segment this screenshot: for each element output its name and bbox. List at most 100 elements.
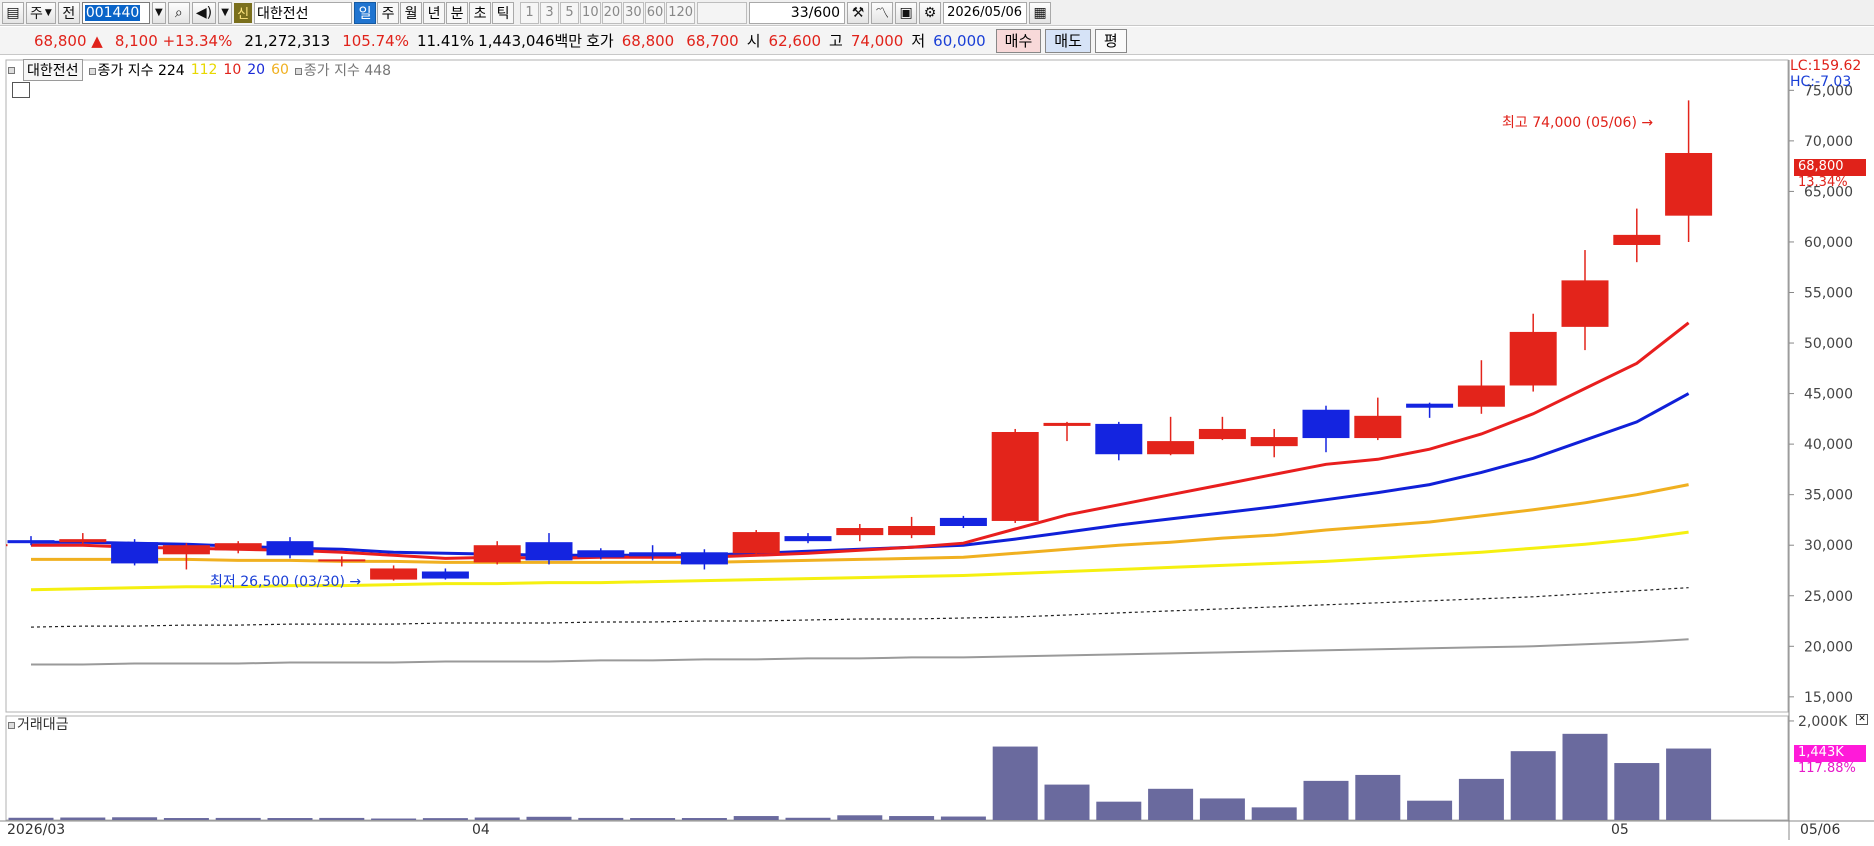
save-icon[interactable]: ▣ [895,1,918,24]
speaker-dropdown-icon[interactable]: ▼ [218,1,233,24]
price-chart[interactable]: 15,000 20,000 25,000 30,000 35,000 40,000 45,0… [0,56,1874,846]
window-menu-icon[interactable]: ▤ [2,1,24,24]
legend-square-icon [8,66,15,74]
candle-body [732,532,780,554]
volume-bar [785,817,831,820]
candle-body [939,517,987,527]
calendar-icon[interactable]: ▦ [1029,1,1052,24]
ma10-line [31,321,1690,560]
price-value: 68,800 [34,31,87,50]
sell-button[interactable]: 매도 [1045,28,1091,53]
volume-bar [1407,800,1453,820]
buy-button[interactable]: 매수 [995,28,1042,53]
candle-body [1509,331,1557,386]
volume-bar [1510,751,1556,820]
interval-button[interactable]: 10 [580,1,601,24]
candle-body [577,550,625,558]
price-tick-label: 35,000 [1804,488,1853,504]
tab-week[interactable]: 주 [377,1,400,24]
candle-settings-icon[interactable]: ⚒ [847,1,870,24]
legend-index-448: 종가 지수 448 [294,60,391,80]
candle-body [1665,152,1713,216]
stock-name-field[interactable]: 대한전선 [254,1,353,24]
candle-body [1406,403,1454,408]
tab-day[interactable]: 일 [354,1,377,24]
price-tick-label: 40,000 [1804,437,1853,453]
gear-icon[interactable]: ⚙ [919,1,942,24]
chart-window: { "toolbar": { "period_label": "주", "pre… [0,0,1874,846]
volume-bar [1666,748,1712,820]
table-grid-icon[interactable] [12,82,30,98]
period-selector[interactable]: 주 ▼ [26,1,56,24]
tab-minute[interactable]: 분 [446,1,469,24]
interval-button[interactable]: 5 [560,1,580,24]
interval-button[interactable]: 1 [520,1,540,24]
search-icon[interactable]: ⌕ [167,1,190,24]
legend-square-icon [88,67,96,75]
average-button[interactable]: 평 [1094,28,1127,53]
volume-tick-label: 2,000K [1798,714,1848,730]
main-toolbar: ▤ 주 ▼ 전 001440 ▼ ⌕ ◀) ▼ 신 대한전선 일 주 월 년 분 … [0,0,1874,26]
interval-button[interactable]: 20 [601,1,623,24]
tab-year[interactable]: 년 [423,1,446,24]
open-price: 62,600 [768,31,822,50]
chevron-down-icon: ▼ [44,7,52,18]
candle-body [1043,422,1091,426]
legend-ma-10: 10 [223,62,242,78]
change-value: 8,100 [114,31,158,50]
legend-square-icon [8,721,15,729]
candle-body [111,542,159,564]
right-arrow-icon: → [1641,115,1654,131]
volume-bar [1251,807,1297,820]
turnover-rate: 11.41% [416,31,475,50]
date-label-start: 2026/03 [7,822,66,838]
volume-pct-tag: 117.88% [1798,761,1856,776]
ask-price: 68,800 [621,31,675,50]
current-price: 68,800 ▲ [0,32,109,50]
price-tick-label: 60,000 [1804,235,1853,251]
interval-button[interactable]: 60 [644,1,666,24]
volume-bar [1458,778,1504,820]
volume-bar [681,818,727,820]
interval-button[interactable]: 3 [540,1,560,24]
code-dropdown-icon[interactable]: ▼ [151,1,166,24]
candle-body [991,431,1039,521]
interval-button[interactable]: 120 [666,1,696,24]
low-annotation-text: 최저 26,500 (03/30) [210,574,345,590]
candle-body [680,552,728,565]
speaker-icon[interactable]: ◀) [191,1,217,24]
count-field[interactable]: 33/600 [749,1,846,24]
price-tick-label: 55,000 [1804,285,1853,301]
date-label-end: 05/06 [1800,822,1841,838]
quote-bar: 68,800 ▲ 8,100 +13.34% 21,272,313 105.74… [0,27,1874,55]
volume-bar [474,817,520,820]
candle-body [318,559,366,562]
tab-second[interactable]: 초 [469,1,492,24]
candle-body [266,541,314,556]
stock-code-input[interactable]: 001440 [81,1,150,24]
new-listing-badge: 신 [234,2,253,23]
volume-bar [1562,733,1608,820]
interval-combo[interactable] [697,1,748,24]
interval-button[interactable]: 30 [623,1,644,24]
price-tick-label: 30,000 [1804,538,1853,554]
high-annotation-text: 최고 74,000 (05/06) [1502,115,1637,131]
legend-ma-60: 60 [271,62,289,78]
candle-body [1198,428,1246,440]
volume-value: 21,272,313 [244,31,331,50]
candle-body [162,545,210,555]
close-icon[interactable]: ✕ [1856,714,1868,725]
tab-month[interactable]: 월 [400,1,423,24]
prev-button[interactable]: 전 [57,1,80,24]
open-label: 시 [746,32,761,50]
candle-body [888,526,936,536]
volume-bar [578,817,624,820]
high-price: 74,000 [850,31,904,50]
legend-stock[interactable]: 대한전선 [23,59,83,81]
candle-body [1561,280,1609,327]
volume-bar [733,816,779,820]
candle-body [1302,409,1350,439]
tab-tick[interactable]: 틱 [492,1,515,24]
date-field[interactable]: 2026/05/06 [943,1,1028,24]
trend-icon[interactable]: 〽 [871,1,894,24]
